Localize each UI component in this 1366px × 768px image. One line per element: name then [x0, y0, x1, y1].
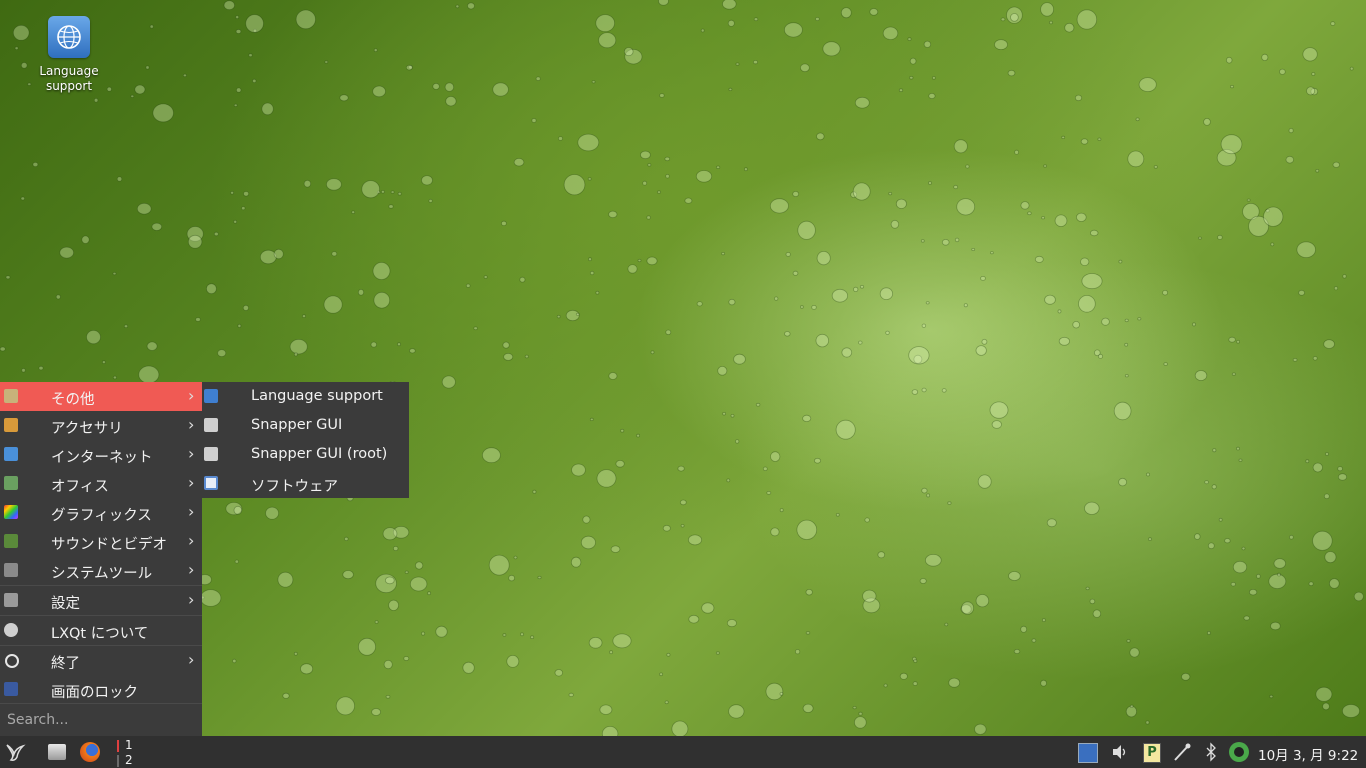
about-icon [4, 623, 18, 637]
menu-item-label: 画面のロック [51, 685, 138, 701]
bluetooth-icon[interactable] [1204, 741, 1218, 763]
workspace-marker [117, 755, 119, 767]
accessories-icon [4, 418, 18, 432]
software-icon [204, 476, 218, 490]
menu-item-accessories[interactable]: アクセサリ › [0, 411, 202, 440]
menu-item-label: サウンドとビデオ [51, 537, 167, 553]
menu-item-graphics[interactable]: グラフィックス › [0, 498, 202, 527]
submenu-other: Language support Snapper GUI Snapper GUI… [202, 382, 409, 498]
language-support-icon [48, 16, 90, 58]
workspace-number: 1 [125, 738, 133, 752]
submenu-item-software[interactable]: ソフトウェア [202, 469, 409, 498]
submenu-item-label: Snapper GUI [251, 417, 343, 433]
file-manager-launcher[interactable] [48, 744, 66, 760]
chevron-right-icon: › [188, 650, 195, 669]
menu-item-system-tools[interactable]: システムツール › [0, 556, 202, 585]
menu-item-other[interactable]: その他 › [0, 382, 202, 411]
power-icon [5, 654, 19, 668]
sound-video-icon [4, 534, 18, 548]
firefox-launcher[interactable] [80, 742, 100, 762]
show-desktop-icon[interactable] [1078, 743, 1098, 763]
chevron-right-icon: › [188, 444, 195, 463]
wallpaper [0, 0, 1364, 736]
menu-item-sound-video[interactable]: サウンドとビデオ › [0, 527, 202, 556]
menu-item-label: 終了 [51, 656, 80, 672]
clock[interactable]: 10月 3, 月 9:22 [1258, 744, 1358, 764]
chevron-right-icon: › [188, 386, 195, 405]
graphics-icon [4, 505, 18, 519]
menu-search [0, 704, 202, 736]
application-menu-button[interactable] [4, 741, 26, 763]
workspace-1[interactable]: 1 [117, 738, 143, 753]
menu-item-settings[interactable]: 設定 › [0, 586, 202, 615]
chevron-right-icon: › [188, 590, 195, 609]
menu-item-internet[interactable]: インターネット › [0, 440, 202, 469]
menu-item-office[interactable]: オフィス › [0, 469, 202, 498]
internet-icon [4, 447, 18, 461]
network-icon[interactable] [1172, 741, 1192, 763]
office-icon [4, 476, 18, 490]
menu-item-label: アクセサリ [51, 421, 123, 437]
chevron-right-icon: › [188, 560, 195, 579]
chevron-right-icon: › [188, 531, 195, 550]
menu-item-lock-screen[interactable]: 画面のロック [0, 675, 202, 704]
menu-item-label: その他 [51, 392, 95, 408]
menu-item-label: グラフィックス [51, 508, 152, 524]
lxqt-logo-icon [6, 744, 26, 761]
menu-item-label: LXQt について [51, 626, 149, 642]
desktop-icon-label: Language support [39, 64, 99, 93]
application-menu: その他 › アクセサリ › インターネット › オフィス › グラフィックス ›… [0, 382, 202, 736]
menu-item-leave[interactable]: 終了 › [0, 646, 202, 675]
lock-screen-icon [4, 682, 18, 696]
snapper-root-icon [204, 447, 218, 461]
desktop-icon-language-support[interactable]: Language support [28, 16, 110, 94]
menu-item-label: システムツール [51, 566, 153, 582]
menu-item-label: インターネット [51, 450, 153, 466]
language-support-icon [204, 389, 218, 403]
submenu-item-snapper-gui[interactable]: Snapper GUI [202, 411, 409, 440]
settings-icon [4, 593, 18, 607]
submenu-item-label: ソフトウェア [251, 479, 338, 495]
submenu-item-label: Language support [251, 388, 383, 404]
submenu-item-label: Snapper GUI (root) [251, 446, 388, 462]
search-input[interactable] [7, 710, 195, 730]
other-icon [4, 389, 18, 403]
chevron-right-icon: › [188, 502, 195, 521]
menu-item-about-lxqt[interactable]: LXQt について [0, 616, 202, 645]
menu-item-label: 設定 [51, 596, 80, 612]
system-tools-icon [4, 563, 18, 577]
submenu-item-language-support[interactable]: Language support [202, 382, 409, 411]
submenu-item-snapper-gui-root[interactable]: Snapper GUI (root) [202, 440, 409, 469]
snapper-icon [204, 418, 218, 432]
volume-icon[interactable] [1110, 741, 1130, 763]
active-workspace-marker [117, 740, 119, 752]
workspace-2[interactable]: 2 [117, 753, 143, 768]
taskbar: 1 2 P 10月 3, 月 9:22 [0, 736, 1366, 768]
clipboard-icon[interactable]: P [1143, 743, 1161, 763]
menu-item-label: オフィス [51, 479, 109, 495]
chevron-right-icon: › [188, 415, 195, 434]
update-notifier-icon[interactable] [1229, 742, 1249, 762]
workspace-number: 2 [125, 753, 133, 767]
chevron-right-icon: › [188, 473, 195, 492]
